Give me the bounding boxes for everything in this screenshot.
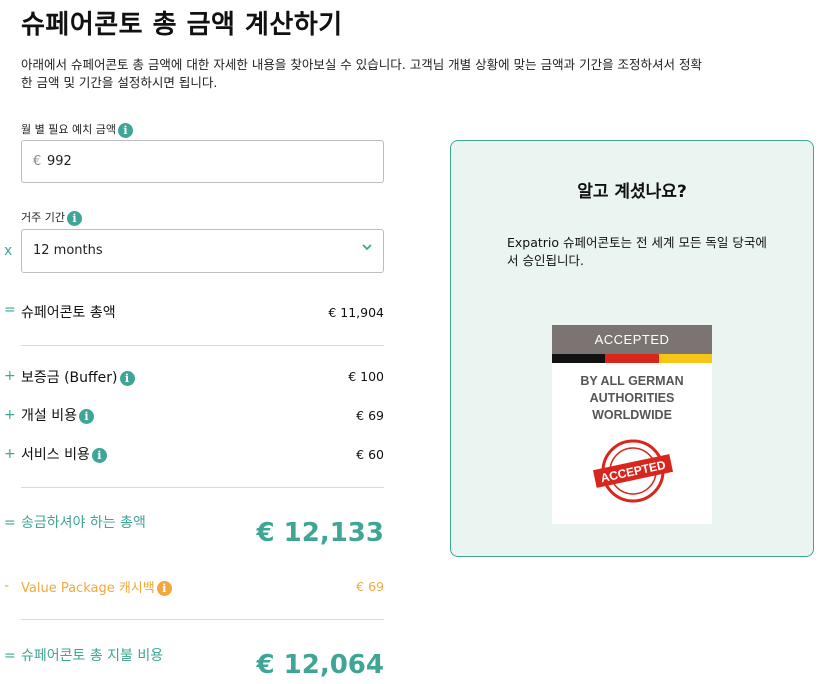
plus-operator: +: [4, 407, 16, 423]
info-icon[interactable]: i: [91, 447, 107, 463]
info-icon[interactable]: i: [156, 581, 172, 596]
info-card: 알고 계셨나요? Expatrio 슈페어콘토는 전 세계 모든 독일 당국에서…: [450, 140, 814, 557]
plus-operator: +: [4, 368, 16, 384]
info-card-text: Expatrio 슈페어콘토는 전 세계 모든 독일 당국에서 승인됩니다.: [507, 235, 767, 268]
transfer-total-label: 송금하셔야 하는 총액: [21, 515, 146, 531]
german-flag-stripe: [552, 354, 712, 363]
service-fee-label: 서비스 비용 i: [21, 444, 107, 464]
cashback-label: Value Package 캐시백 i: [21, 577, 172, 596]
monthly-deposit-input[interactable]: € 992: [21, 140, 384, 183]
info-icon[interactable]: i: [119, 370, 135, 386]
duration-select[interactable]: 12 months: [21, 229, 384, 273]
equals-operator: =: [4, 302, 16, 318]
divider: [21, 345, 384, 346]
page-description: 아래에서 슈페어콘토 총 금액에 대한 자세한 내용을 찾아보실 수 있습니다.…: [21, 57, 703, 90]
final-cost-label: 슈페어콘토 총 지불 비용: [21, 648, 164, 664]
accepted-stamp-icon: ACCEPTED: [592, 439, 674, 503]
deposit-label: 월 별 필요 예치 금액 i: [21, 121, 133, 138]
accepted-badge: ACCEPTED BY ALL GERMAN AUTHORITIES WORLD…: [552, 325, 712, 524]
buffer-amount: € 100: [348, 369, 384, 384]
page-title: 슈페어콘토 총 금액 계산하기: [21, 10, 343, 40]
equals-operator: =: [4, 648, 16, 664]
divider: [21, 619, 384, 620]
duration-label: 거주 기간 i: [21, 209, 82, 226]
currency-symbol: €: [33, 154, 42, 169]
cashback-amount: € 69: [356, 579, 384, 594]
total-label: 슈페어콘토 총액: [21, 305, 116, 321]
info-icon[interactable]: i: [78, 408, 94, 424]
chevron-down-icon: [361, 241, 373, 257]
divider: [21, 487, 384, 488]
total-amount: € 11,904: [328, 305, 384, 320]
final-cost-amount: € 12,064: [256, 650, 384, 680]
minus-operator: -: [4, 578, 10, 594]
info-icon[interactable]: i: [117, 122, 133, 138]
info-icon[interactable]: i: [66, 210, 82, 226]
transfer-total-amount: € 12,133: [256, 518, 384, 548]
deposit-value[interactable]: 992: [47, 154, 72, 169]
plus-operator: +: [4, 446, 16, 462]
buffer-label: 보증금 (Buffer) i: [21, 367, 135, 387]
badge-header: ACCEPTED: [552, 325, 712, 354]
multiply-operator: x: [4, 243, 13, 259]
opening-fee-label: 개설 비용 i: [21, 405, 94, 425]
duration-value: 12 months: [33, 243, 103, 258]
opening-fee-amount: € 69: [356, 408, 384, 423]
badge-text: BY ALL GERMAN AUTHORITIES WORLDWIDE: [580, 374, 684, 422]
equals-operator: =: [4, 515, 16, 531]
service-fee-amount: € 60: [356, 447, 384, 462]
info-card-title: 알고 계셨나요?: [577, 182, 687, 202]
